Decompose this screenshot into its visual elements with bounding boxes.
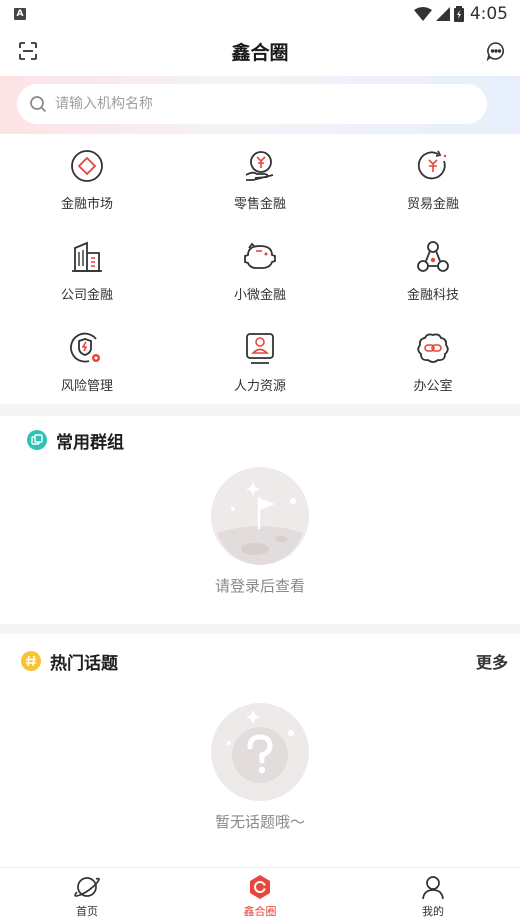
grid-item-label: 金融市场 [60, 197, 113, 212]
person-card-icon [242, 330, 278, 366]
signal-icon [435, 7, 450, 21]
bottom-tab-bar: 首页 鑫合圈 我的 [0, 867, 520, 922]
tab-home[interactable]: 首页 [47, 874, 127, 919]
planet-icon [74, 877, 100, 897]
status-bar: A 4:05 [0, 0, 520, 28]
topics-empty-text: 暂无话题哦～ [214, 813, 305, 831]
wifi-icon [413, 7, 432, 21]
grid-item-label: 小微金融 [233, 288, 286, 303]
grid-item-risk-management[interactable]: 风险管理 [0, 330, 174, 394]
nav-bar: 鑫合圈 [0, 28, 520, 74]
grid-item-label: 零售金融 [233, 197, 286, 212]
yuan-hand-icon [242, 148, 278, 184]
grid-item-label: 贸易金融 [406, 197, 459, 212]
search-banner [0, 76, 520, 134]
groups-icon [27, 430, 47, 450]
tab-mine[interactable]: 我的 [393, 874, 473, 919]
tab-label: 我的 [422, 905, 444, 918]
grid-item-label: 办公室 [413, 379, 453, 394]
tab-label: 首页 [76, 905, 98, 918]
page-title: 鑫合圈 [231, 41, 289, 64]
section-divider [0, 624, 520, 634]
grid-item-human-resources[interactable]: 人力资源 [173, 330, 347, 394]
yuan-refresh-icon [415, 148, 451, 184]
shield-gear-icon [69, 330, 105, 366]
grid-item-label: 公司金融 [60, 288, 113, 303]
moon-flag-icon [217, 482, 303, 565]
link-flower-icon [415, 330, 451, 366]
grid-item-label: 风险管理 [60, 379, 113, 394]
scan-button[interactable] [18, 41, 38, 61]
topics-section-header: 热门话题 更多 [0, 646, 520, 676]
groups-section-header: 常用群组 [0, 425, 520, 455]
more-topics-link[interactable]: 更多 [476, 649, 508, 673]
grid-item-label: 金融科技 [406, 288, 459, 303]
category-grid: 金融市场 零售金融 贸易金融 公司金融 小微金融 金融科技 风险管理 人力资源 … [0, 142, 520, 404]
battery-icon [453, 6, 464, 22]
login-required-illustration [211, 467, 309, 565]
network-icon [415, 239, 451, 275]
tab-xinhequan[interactable]: 鑫合圈 [220, 874, 300, 919]
groups-empty-text: 请登录后查看 [214, 577, 305, 595]
grid-item-micro-finance[interactable]: 小微金融 [173, 239, 347, 303]
grid-item-office[interactable]: 办公室 [346, 330, 520, 394]
section-title: 常用群组 [56, 432, 124, 453]
grid-item-retail-finance[interactable]: 零售金融 [173, 148, 347, 212]
scan-icon [19, 42, 37, 60]
app-notification-icon: A [14, 8, 26, 20]
piggy-bank-icon [242, 239, 278, 275]
grid-item-fintech[interactable]: 金融科技 [346, 239, 520, 303]
diamond-icon [69, 148, 105, 184]
no-topics-illustration [211, 703, 309, 801]
chat-bubble-icon [486, 42, 505, 62]
search-box[interactable] [17, 84, 487, 124]
message-button[interactable] [486, 41, 506, 62]
grid-item-label: 人力资源 [233, 379, 286, 394]
grid-item-corporate-finance[interactable]: 公司金融 [0, 239, 174, 303]
grid-item-trade-finance[interactable]: 贸易金融 [346, 148, 520, 212]
search-input[interactable] [55, 96, 455, 112]
status-time: 4:05 [469, 4, 508, 24]
user-icon [422, 876, 444, 900]
circle-logo-icon [250, 875, 270, 899]
section-title: 热门话题 [50, 653, 118, 674]
hashtag-icon [21, 651, 41, 671]
section-divider [0, 404, 520, 416]
building-icon [69, 239, 105, 275]
search-icon [30, 96, 47, 113]
tab-label: 鑫合圈 [243, 905, 277, 918]
question-mark-icon [227, 710, 294, 783]
grid-item-financial-market[interactable]: 金融市场 [0, 148, 174, 212]
